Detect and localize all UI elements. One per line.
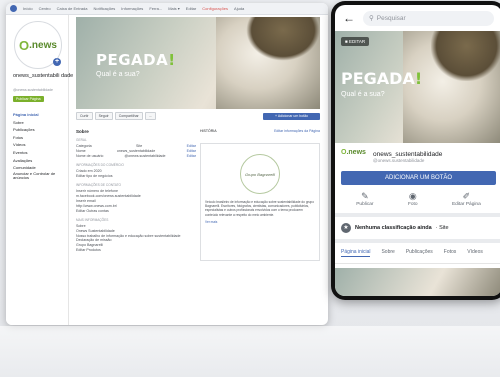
edit-page-info-link[interactable]: Editar informações da Página <box>274 129 320 133</box>
nav-item-photos[interactable]: Fotos <box>13 134 65 142</box>
tab-photos[interactable]: Fotos <box>444 249 457 257</box>
page-name: onews_sustentabilidade <box>373 151 443 158</box>
edit-icon: ✎ <box>361 191 369 201</box>
follow-button[interactable]: Seguir <box>94 112 113 120</box>
story-header: HISTÓRIA Editar informações da Página <box>200 129 320 133</box>
camera-icon: ◉ <box>408 191 417 201</box>
about-heading: Sobre <box>76 129 89 134</box>
phone-page-header: O.news onews_sustentabilidade @onews.sus… <box>335 143 500 165</box>
section-label: INFORMAÇÕES DO COMÉRCIO <box>76 163 124 167</box>
topbar-item[interactable]: Notificações <box>94 6 116 11</box>
search-placeholder: Pesquisar <box>376 14 406 22</box>
topbar-item[interactable]: Centro <box>39 6 51 11</box>
section-label: GERAL <box>76 138 87 142</box>
add-button[interactable]: ADICIONAR UM BOTÃO <box>341 171 496 185</box>
cover-subtitle: Qual é a sua? <box>341 91 385 98</box>
topbar-item[interactable]: Ajuda <box>234 6 244 11</box>
pencil-icon: ✐ <box>462 191 471 201</box>
post-image[interactable] <box>335 268 500 296</box>
rating-text: Nenhuma classificação ainda <box>355 225 432 231</box>
page-nav: Página inicial Sobre Publicações Fotos V… <box>13 111 65 181</box>
phone-action-icons: ✎ Publicar ◉ Foto ✐ Editar Página <box>335 185 500 209</box>
facebook-logo-icon[interactable] <box>10 5 17 12</box>
cover-subtitle: Qual é a sua? <box>96 71 140 78</box>
cover-hair <box>246 17 320 61</box>
about-section: Sobre GERAL Categoria Site Editar Nome onew… <box>76 129 196 253</box>
add-button[interactable]: + Adicionar um botão <box>263 112 320 120</box>
search-input[interactable]: ⚲ Pesquisar <box>363 10 494 26</box>
edit-page-action[interactable]: ✐ Editar Página <box>452 191 481 207</box>
phone-mockup: ← ⚲ Pesquisar ■ EDITAR PEGADA! Qual é a … <box>331 1 500 300</box>
cover-photo[interactable]: PEGADA! Qual é a sua? <box>76 17 320 109</box>
photo-action[interactable]: ◉ Foto <box>408 191 418 207</box>
share-button[interactable]: Compartilhar <box>114 112 143 120</box>
nav-item-videos[interactable]: Vídeos <box>13 141 65 149</box>
page-handle: @onews.sustentabilidade <box>13 88 53 92</box>
see-more-link[interactable]: Ver mais <box>205 220 315 224</box>
action-row: Curtir Seguir Compartilhar ... + Adicion… <box>76 111 320 121</box>
about-row: Nome de usuário @onews.sustentabilidade Ed… <box>76 154 196 159</box>
topbar-item[interactable]: Informações <box>121 6 143 11</box>
about-line[interactable]: Editar tipo de negócios <box>76 174 196 179</box>
nav-item-events[interactable]: Eventos <box>13 149 65 157</box>
story-heading: HISTÓRIA <box>200 129 217 133</box>
cover-title: PEGADA! <box>96 51 176 69</box>
publish-action[interactable]: ✎ Publicar <box>356 191 373 207</box>
story-card[interactable]: Grupo Bagnarelli Veículo brasileiro de i… <box>200 143 320 261</box>
nav-item-ads[interactable]: Anunciar e Controlar de anúncios <box>13 171 65 181</box>
nav-item-reviews[interactable]: Avaliações <box>13 157 65 165</box>
topbar-item[interactable]: Início <box>23 6 33 11</box>
page-handle: @onews.sustentabilidade <box>373 158 425 163</box>
cover-hair <box>431 31 500 81</box>
tab-home[interactable]: Página inicial <box>341 249 371 257</box>
about-line[interactable]: Editar Outras contas <box>76 209 196 214</box>
tab-posts[interactable]: Publicações <box>406 249 433 257</box>
more-button[interactable]: ... <box>144 112 156 120</box>
page-name: onews_sustentabili dade <box>13 73 74 79</box>
nav-item-about[interactable]: Sobre <box>13 119 65 127</box>
back-arrow-icon[interactable]: ← <box>343 11 355 25</box>
topbar-item[interactable]: Editar <box>186 6 196 11</box>
logo-text: .news <box>29 39 57 51</box>
tab-videos[interactable]: Vídeos <box>467 249 483 257</box>
phone-cover-photo[interactable]: ■ EDITAR PEGADA! Qual é a sua? <box>335 31 500 143</box>
phone-tabs: Página inicial Sobre Publicações Fotos V… <box>335 239 500 264</box>
page-logo[interactable]: O.news <box>341 149 367 165</box>
topbar-item[interactable]: Caixa de Entrada <box>57 6 88 11</box>
nav-item-posts[interactable]: Publicações <box>13 126 65 134</box>
publish-page-button[interactable]: Publicar Página <box>13 96 44 102</box>
desktop-mockup: Início Centro Caixa de Entrada Notificaç… <box>6 3 328 325</box>
add-photo-icon[interactable]: + <box>53 58 61 66</box>
rating-category: · Site <box>435 225 449 231</box>
edit-link[interactable]: Editar <box>187 154 196 159</box>
cover-title: PEGADA! <box>341 69 423 88</box>
about-line[interactable]: Editar Produtos <box>76 248 196 253</box>
phone-topbar: ← ⚲ Pesquisar <box>335 5 500 31</box>
like-button[interactable]: Curtir <box>76 112 93 120</box>
story-logo: Grupo Bagnarelli <box>240 154 280 194</box>
section-label: MAIS INFORMAÇÕES <box>76 218 109 222</box>
page-avatar[interactable]: O .news + <box>14 21 62 69</box>
phone-screen: ← ⚲ Pesquisar ■ EDITAR PEGADA! Qual é a … <box>335 5 500 296</box>
star-icon: ★ <box>341 223 351 233</box>
topbar-item[interactable]: Mais ▾ <box>168 6 180 11</box>
tab-about[interactable]: Sobre <box>381 249 394 257</box>
floor-reflection <box>0 326 500 377</box>
search-icon: ⚲ <box>369 15 374 22</box>
topbar-item[interactable]: Ferra... <box>149 6 162 11</box>
story-section: HISTÓRIA Editar informações da Página Gr… <box>200 129 320 269</box>
edit-cover-button[interactable]: ■ EDITAR <box>341 37 370 46</box>
nav-item-home[interactable]: Página inicial <box>13 111 65 119</box>
logo-letter: O <box>19 37 30 53</box>
desktop-topbar: Início Centro Caixa de Entrada Notificaç… <box>6 3 328 15</box>
section-label: INFORMAÇÕES DE CONTATO <box>76 183 121 187</box>
story-text: Veículo brasileiro de informação e educa… <box>205 200 314 217</box>
rating-row[interactable]: ★ Nenhuma classificação ainda · Site <box>335 213 500 239</box>
topbar-item[interactable]: Configurações <box>202 6 228 11</box>
